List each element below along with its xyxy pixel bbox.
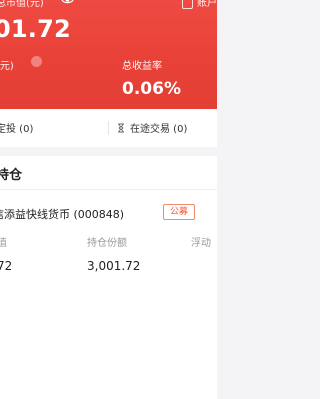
tab-in-transit-label: 在途交易 (0) — [130, 124, 188, 135]
market-value-column-label: 值 — [0, 238, 7, 249]
market-value: 72 — [0, 259, 13, 273]
eye-icon[interactable] — [61, 0, 74, 5]
total-yield-value: 0.06% — [122, 79, 181, 99]
fund-name[interactable]: 信添益快线货币 (000848) — [0, 206, 124, 222]
total-income-label: (元) — [0, 61, 14, 72]
holding-shares-value: 3,001.72 — [87, 259, 141, 273]
account-summary-header: 总市值(元) 账户 01.72 (元) 总收益率 0.06% — [0, 0, 217, 109]
account-link[interactable]: 账户 — [182, 0, 217, 9]
tab-divider — [108, 121, 109, 135]
public-fund-badge: 公募 — [163, 204, 195, 220]
floating-profit-column-label: 浮动 — [191, 238, 211, 249]
tabs-bar: 定投 (0) 在途交易 (0) — [0, 109, 217, 147]
section-divider — [0, 189, 217, 190]
document-icon — [182, 0, 193, 9]
account-link-label: 账户 — [197, 0, 217, 9]
tab-in-transit-trades[interactable]: 在途交易 (0) — [117, 120, 187, 135]
holdings-card: 持仓 信添益快线货币 (000848) 公募 值 持仓份额 浮动 72 3,00… — [0, 156, 217, 399]
tab-fixed-investment[interactable]: 定投 (0) — [0, 120, 33, 135]
holding-shares-column-label: 持仓份额 — [87, 238, 127, 249]
holdings-title: 持仓 — [0, 168, 23, 183]
info-icon[interactable] — [31, 56, 42, 67]
total-market-value: 01.72 — [0, 15, 71, 43]
total-yield-label: 总收益率 — [122, 61, 162, 72]
hourglass-icon — [118, 123, 124, 133]
fund-account-screen: 总市值(元) 账户 01.72 (元) 总收益率 0.06% 定投 (0) 在途… — [0, 0, 217, 399]
total-market-value-label: 总市值(元) — [0, 0, 44, 9]
